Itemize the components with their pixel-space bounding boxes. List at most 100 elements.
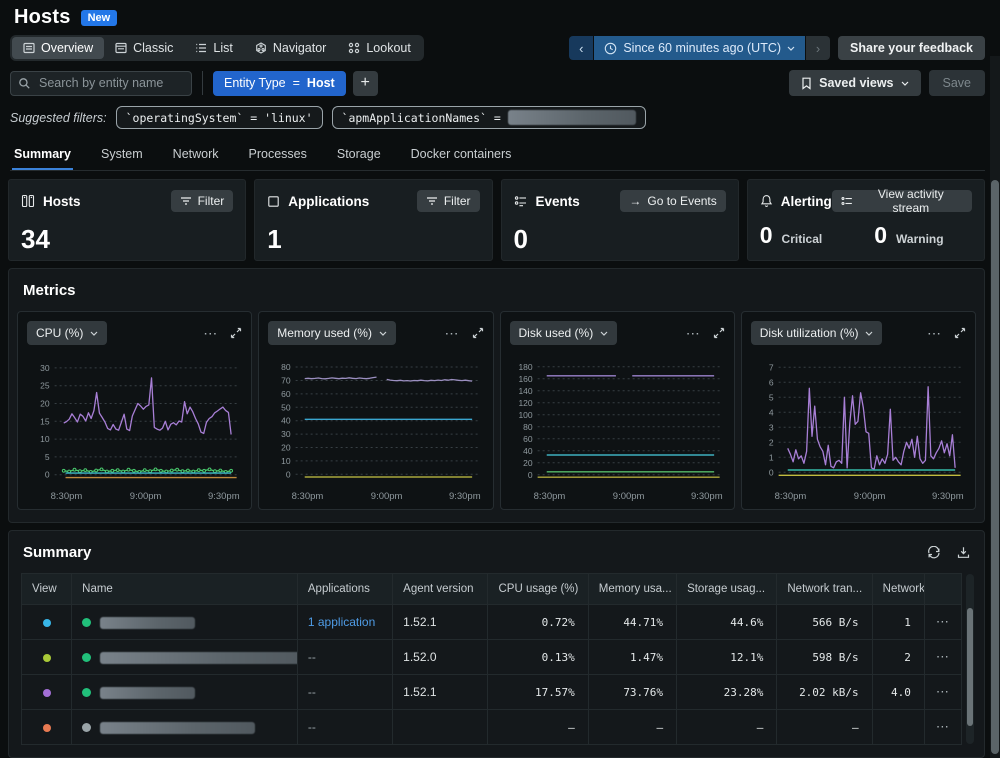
column-header[interactable]: Memory usa... — [588, 574, 676, 605]
page-title: Hosts — [14, 6, 71, 29]
view-cell[interactable] — [22, 605, 72, 640]
time-back-button[interactable]: ‹ — [569, 36, 593, 60]
suggested-filter-apm-pill[interactable]: `apmApplicationNames` = — [332, 106, 646, 129]
view-dot[interactable] — [43, 619, 51, 627]
chart-metric-dropdown[interactable]: CPU (%) — [27, 321, 107, 345]
memory-usage-cell: – — [588, 710, 676, 745]
search-input[interactable] — [10, 71, 192, 96]
view-navigator-label: Navigator — [273, 41, 327, 55]
row-actions-button[interactable]: ⋯ — [924, 640, 961, 675]
table-scrollbar[interactable] — [966, 574, 974, 744]
expand-icon[interactable] — [472, 327, 484, 339]
events-count: 0 — [514, 224, 726, 255]
svg-text:80: 80 — [281, 362, 291, 372]
expand-icon[interactable] — [954, 327, 966, 339]
expand-icon[interactable] — [713, 327, 725, 339]
suggested-filter-os-pill[interactable]: `operatingSystem` = 'linux' — [116, 106, 323, 129]
time-forward-button[interactable]: › — [806, 36, 830, 60]
agent-version-cell — [393, 710, 488, 745]
view-navigator-button[interactable]: Navigator — [244, 37, 338, 59]
column-header[interactable]: Agent version — [393, 574, 488, 605]
add-filter-button[interactable]: + — [353, 71, 378, 96]
view-cell[interactable] — [22, 710, 72, 745]
save-view-button[interactable]: Save — [929, 70, 986, 96]
column-header[interactable]: View — [22, 574, 72, 605]
chart-metric-dropdown[interactable]: Memory used (%) — [268, 321, 396, 345]
saved-views-button[interactable]: Saved views — [789, 70, 920, 96]
view-lookout-label: Lookout — [366, 41, 410, 55]
status-dot — [82, 723, 91, 732]
download-icon[interactable] — [957, 546, 970, 559]
chart-menu-button[interactable]: ⋯ — [203, 325, 218, 342]
view-dot[interactable] — [43, 654, 51, 662]
feedback-button[interactable]: Share your feedback — [838, 36, 985, 60]
time-range-button[interactable]: Since 60 minutes ago (UTC) — [594, 36, 805, 60]
view-lookout-button[interactable]: Lookout — [337, 37, 421, 59]
name-cell[interactable] — [72, 710, 298, 745]
go-to-events-button[interactable]: → Go to Events — [620, 190, 725, 212]
name-cell[interactable] — [72, 640, 298, 675]
tab-processes[interactable]: Processes — [247, 141, 309, 170]
summary-title: Summary — [23, 544, 91, 561]
metrics-charts: CPU (%) ⋯ 0510152025308:30pm9:00pm9:30pm… — [9, 303, 984, 522]
host-name-redacted[interactable] — [100, 617, 195, 629]
chart-menu-button[interactable]: ⋯ — [445, 325, 460, 342]
column-header[interactable]: Network tran... — [777, 574, 872, 605]
host-name-redacted[interactable] — [100, 652, 297, 664]
summary-panel: Summary ViewNameApplicationsAgent versio… — [8, 530, 985, 758]
view-classic-button[interactable]: Classic — [104, 37, 184, 59]
refresh-icon[interactable] — [927, 546, 941, 560]
svg-text:80: 80 — [523, 422, 533, 432]
hosts-filter-button[interactable]: Filter — [171, 190, 234, 212]
table-row: 1 application1.52.10.72%44.71%44.6%566 B… — [22, 605, 962, 640]
bell-icon — [760, 194, 773, 208]
column-header[interactable]: Name — [72, 574, 298, 605]
column-header[interactable]: Applications — [297, 574, 392, 605]
page-scrollbar-thumb[interactable] — [991, 180, 999, 754]
row-actions-button[interactable]: ⋯ — [924, 605, 961, 640]
tab-docker-containers[interactable]: Docker containers — [409, 141, 514, 170]
applications-link[interactable]: 1 application — [308, 615, 375, 629]
alerting-warning: 0 Warning — [874, 222, 943, 249]
applications-filter-button[interactable]: Filter — [417, 190, 480, 212]
expand-icon[interactable] — [230, 327, 242, 339]
column-header-actions — [924, 574, 961, 605]
tab-storage[interactable]: Storage — [335, 141, 383, 170]
applications-cell[interactable]: 1 application — [297, 605, 392, 640]
view-overview-button[interactable]: Overview — [12, 37, 104, 59]
svg-text:4: 4 — [769, 407, 774, 417]
view-activity-stream-button[interactable]: View activity stream — [832, 190, 972, 212]
tab-system[interactable]: System — [99, 141, 145, 170]
search-icon — [18, 77, 31, 90]
entity-type-filter-pill[interactable]: Entity Type = Host — [213, 71, 346, 96]
chart-metric-dropdown[interactable]: Disk used (%) — [510, 321, 618, 345]
row-actions-button[interactable]: ⋯ — [924, 675, 961, 710]
svg-text:9:00pm: 9:00pm — [854, 491, 886, 502]
view-dot[interactable] — [43, 689, 51, 697]
agent-version-cell: 1.52.1 — [393, 605, 488, 640]
host-name-redacted[interactable] — [100, 687, 195, 699]
row-actions-button[interactable]: ⋯ — [924, 710, 961, 745]
network-cell — [872, 710, 924, 745]
column-header[interactable]: CPU usage (%) — [488, 574, 588, 605]
hosts-icon — [21, 194, 35, 208]
name-cell[interactable] — [72, 675, 298, 710]
view-dot[interactable] — [43, 724, 51, 732]
svg-text:0: 0 — [45, 470, 50, 480]
view-list-button[interactable]: List — [184, 37, 243, 59]
tab-summary[interactable]: Summary — [12, 141, 73, 170]
chart-menu-button[interactable]: ⋯ — [686, 325, 701, 342]
column-header[interactable]: Network — [872, 574, 924, 605]
view-cell[interactable] — [22, 675, 72, 710]
table-scrollbar-thumb[interactable] — [967, 608, 973, 726]
page-scrollbar[interactable] — [990, 56, 1000, 758]
chart-menu-button[interactable]: ⋯ — [927, 325, 942, 342]
view-cell[interactable] — [22, 640, 72, 675]
chart-metric-dropdown[interactable]: Disk utilization (%) — [751, 321, 883, 345]
name-cell[interactable] — [72, 605, 298, 640]
tab-network[interactable]: Network — [171, 141, 221, 170]
column-header[interactable]: Storage usag... — [677, 574, 777, 605]
chevron-down-icon — [600, 331, 608, 336]
host-name-redacted[interactable] — [100, 722, 255, 734]
metrics-title: Metrics — [23, 282, 76, 299]
